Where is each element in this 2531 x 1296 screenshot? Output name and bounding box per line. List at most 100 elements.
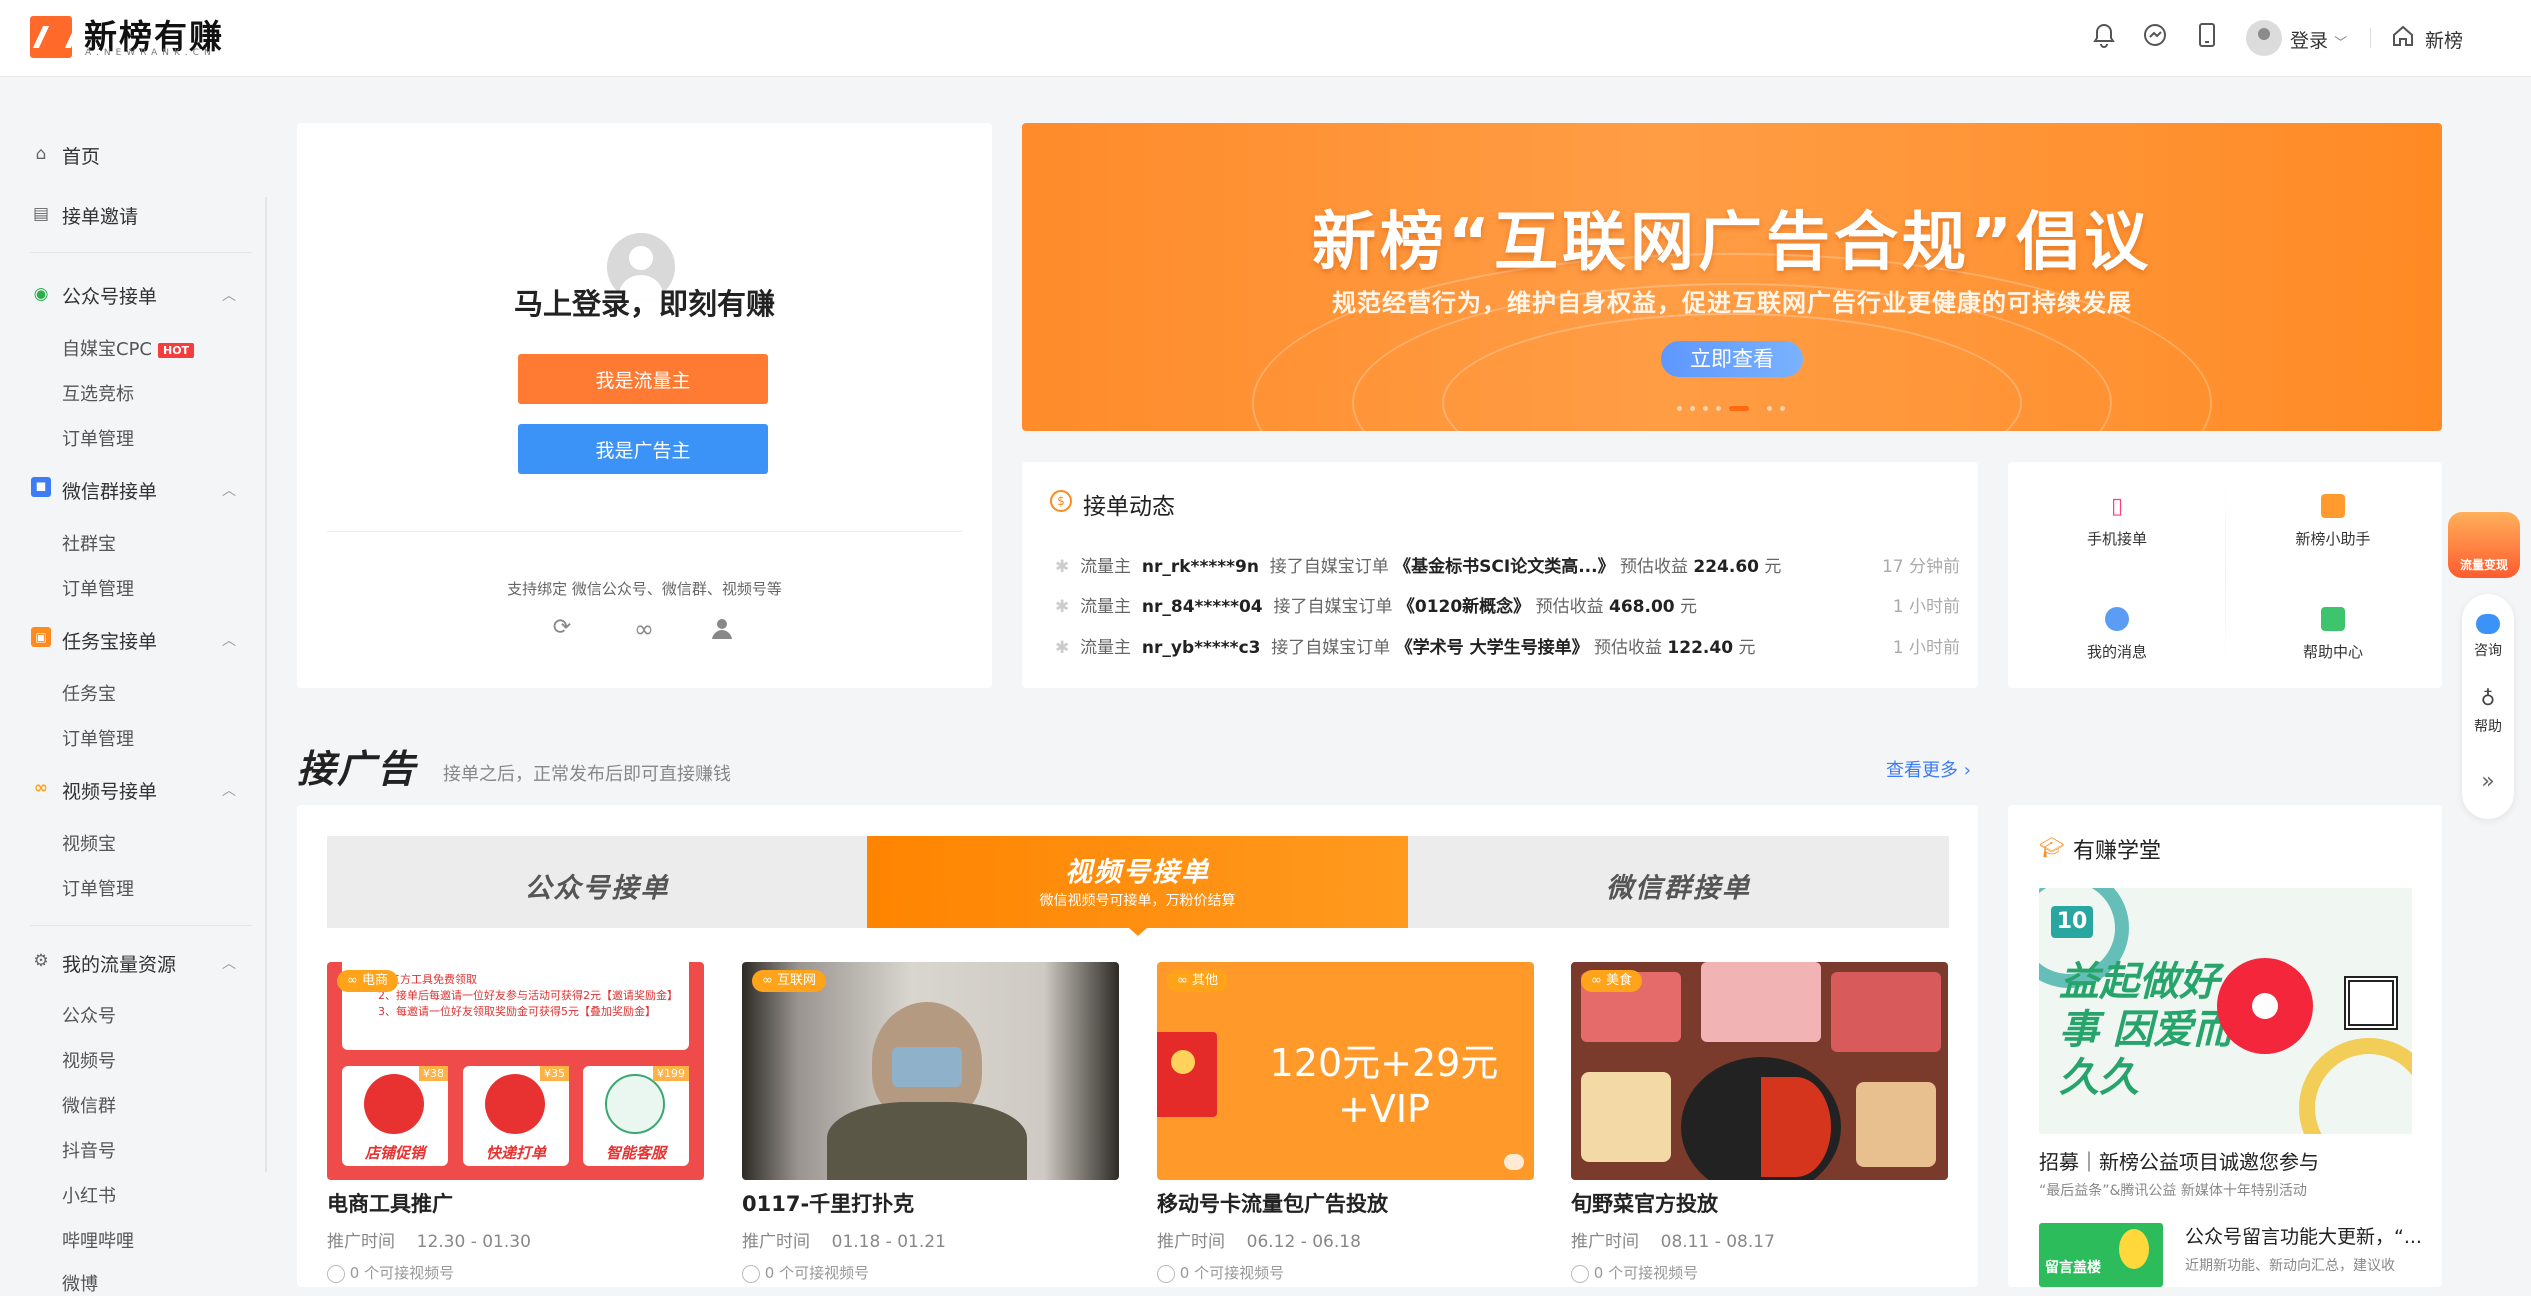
tab-pointer (1129, 928, 1147, 936)
consult-icon[interactable] (2476, 614, 2500, 634)
ad-title[interactable]: 电商工具推广 (327, 1188, 453, 1218)
sidebar-item-douyin[interactable]: 抖音号 (62, 1137, 116, 1163)
view-more-link[interactable]: 查看更多 › (1886, 756, 1971, 782)
home-icon[interactable] (2388, 24, 2418, 54)
ad-thumbnail[interactable]: 120元+29元+VIP ∞ 其他 (1157, 962, 1534, 1180)
quick-assistant[interactable]: 新榜小助手 (2253, 494, 2413, 549)
sidebar-item-group[interactable]: 微信群 (62, 1092, 116, 1118)
promo-banner[interactable]: 新榜“互联网广告合规”倡议 规范经营行为，维护自身权益，促进互联网广告行业更健康… (1022, 123, 2442, 431)
help-label[interactable]: 帮助 (2462, 716, 2514, 736)
sidebar-item-orders[interactable]: 订单管理 (62, 725, 134, 751)
chevron-up-icon[interactable]: ︿ (222, 630, 236, 650)
tab-official-accounts[interactable]: 公众号接单 (327, 836, 867, 928)
user-avatar[interactable] (2246, 20, 2282, 56)
category-tag: ∞ 电商 (337, 970, 398, 992)
ad-date: 推广时间 12.30 - 01.30 (327, 1232, 531, 1252)
sidebar-item-bilibili[interactable]: 哔哩哔哩 (62, 1227, 134, 1253)
chevron-up-icon[interactable]: ︿ (222, 285, 236, 305)
category-tag: ∞ 美食 (1581, 970, 1642, 992)
home-link[interactable]: 新榜 (2425, 26, 2463, 53)
lightbulb-icon[interactable]: ♁ (2476, 686, 2500, 710)
sidebar-item-cpc[interactable]: 自媒宝CPC HOT (62, 335, 195, 361)
banner-view-button[interactable]: 立即查看 (1661, 341, 1803, 377)
message-icon[interactable] (2140, 22, 2170, 52)
graduation-cap-icon: 🎓︎ (2039, 835, 2065, 859)
sidebar-divider (265, 197, 267, 1172)
carousel-dot[interactable] (1677, 406, 1682, 411)
floating-toolbar: 咨询 ♁ 帮助 » (2462, 594, 2514, 819)
sidebar-item-bidding[interactable]: 互选竞标 (62, 380, 134, 406)
academy-article-title[interactable]: 公众号留言功能大更新，“... (2185, 1222, 2422, 1249)
feed-title: 接单动态 (1083, 494, 1175, 520)
ad-title[interactable]: 旬野菜官方投放 (1571, 1188, 1718, 1218)
academy-poster[interactable]: 10 益起做好事 因爱而久久 (2039, 888, 2412, 1134)
ad-count: 0 个可接视频号 (742, 1262, 869, 1283)
sidebar-group-resources[interactable]: 我的流量资源 (62, 950, 176, 977)
chevron-up-icon[interactable]: ︿ (222, 780, 236, 800)
mobile-icon[interactable] (2192, 22, 2222, 52)
carousel-dot[interactable] (1780, 406, 1785, 411)
ad-thumbnail[interactable]: ∞ 美食 (1571, 962, 1948, 1180)
feed-row: ✱ 流量主 nr_yb*****c3 接了自媒宝订单 《学术号 大学生号接单》 … (1055, 638, 1756, 658)
carousel-dot[interactable] (1767, 406, 1772, 411)
chevron-right-icon: › (1963, 760, 1971, 781)
traffic-owner-button[interactable]: 我是流量主 (518, 354, 768, 404)
wechat-icon (1504, 1154, 1524, 1170)
sidebar-item-xiaohongshu[interactable]: 小红书 (62, 1182, 116, 1208)
logo-subtitle: A.NEWRANK.CN (85, 48, 216, 58)
academy-title: 有赚学堂 (2073, 839, 2162, 864)
ad-title[interactable]: 0117-千里打扑克 (742, 1188, 914, 1218)
bell-icon[interactable] (2089, 22, 2119, 52)
academy-article-title[interactable]: 招募｜新榜公益项目诚邀您参与 (2039, 1146, 2319, 1175)
user-icon[interactable] (709, 615, 735, 641)
channels-icon[interactable]: ∞ (629, 615, 659, 643)
consult-label[interactable]: 咨询 (2462, 640, 2514, 660)
sidebar-group-channels[interactable]: 视频号接单 (62, 777, 157, 804)
quick-messages[interactable]: 我的消息 (2037, 607, 2197, 662)
user-icon (742, 1264, 760, 1283)
sidebar-group-task[interactable]: 任务宝接单 (62, 627, 157, 654)
academy-article-sub: 近期新功能、新动向汇总，建议收 (2185, 1258, 2395, 1274)
ad-thumbnail[interactable]: 第三方工具免费领取 2、接单后每邀请一位好友参与活动可获得2元【邀请奖励金】 3… (327, 962, 704, 1180)
traffic-monetize-badge[interactable]: 流量变现 (2448, 512, 2520, 578)
tab-wechat-groups[interactable]: 微信群接单 (1408, 836, 1949, 928)
feed-row: ✱ 流量主 nr_rk*****9n 接了自媒宝订单 《基金标书SCI论文类高.… (1055, 557, 1782, 577)
sidebar-item-invite[interactable]: 接单邀请 (62, 202, 138, 229)
user-icon (1157, 1264, 1175, 1283)
section-title: 接广告 (297, 747, 418, 791)
advertiser-button[interactable]: 我是广告主 (518, 424, 768, 474)
sidebar-item-video[interactable]: 视频号 (62, 1047, 116, 1073)
expand-icon[interactable]: » (2462, 769, 2514, 794)
chevron-up-icon[interactable]: ︿ (222, 953, 236, 973)
carousel-dot-active[interactable] (1729, 406, 1749, 411)
ad-thumbnail[interactable]: ∞ 互联网 (742, 962, 1119, 1180)
login-title: 马上登录，即刻有赚 (513, 287, 775, 321)
sidebar-item-official[interactable]: 公众号 (62, 1002, 116, 1028)
tab-channels[interactable]: 视频号接单 微信视频号可接单，万粉价结算 (867, 836, 1408, 928)
sidebar-item-home[interactable]: 首页 (62, 142, 100, 169)
sidebar-group-official[interactable]: 公众号接单 (62, 282, 157, 309)
sidebar-item-community[interactable]: 社群宝 (62, 530, 116, 556)
sidebar-item-taskbao[interactable]: 任务宝 (62, 680, 116, 706)
article-thumbnail[interactable]: 留言盖楼 (2039, 1223, 2163, 1287)
carousel-dot[interactable] (1690, 406, 1695, 411)
sidebar-item-orders[interactable]: 订单管理 (62, 575, 134, 601)
carousel-dot[interactable] (1703, 406, 1708, 411)
sidebar-item-orders[interactable]: 订单管理 (62, 875, 134, 901)
ad-title[interactable]: 移动号卡流量包广告投放 (1157, 1188, 1388, 1218)
sidebar-item-videobao[interactable]: 视频宝 (62, 830, 116, 856)
quick-divider (2225, 480, 2226, 670)
quick-help-center[interactable]: 帮助中心 (2253, 607, 2413, 662)
chevron-down-icon: ﹀ (2334, 36, 2348, 51)
header-divider (2370, 28, 2371, 48)
logo-icon[interactable] (30, 16, 72, 58)
login-dropdown[interactable]: 登录 ﹀ (2290, 26, 2347, 53)
chevron-up-icon[interactable]: ︿ (222, 480, 236, 500)
channels-icon: ∞ (33, 778, 49, 798)
quick-mobile-orders[interactable]: ▯ 手机接单 (2037, 494, 2197, 549)
sidebar-item-orders[interactable]: 订单管理 (62, 425, 134, 451)
carousel-dot[interactable] (1716, 406, 1721, 411)
refresh-icon[interactable]: ⟳ (549, 615, 575, 641)
sidebar-group-wechat-group[interactable]: 微信群接单 (62, 477, 157, 504)
sidebar-item-weibo[interactable]: 微博 (62, 1270, 98, 1296)
